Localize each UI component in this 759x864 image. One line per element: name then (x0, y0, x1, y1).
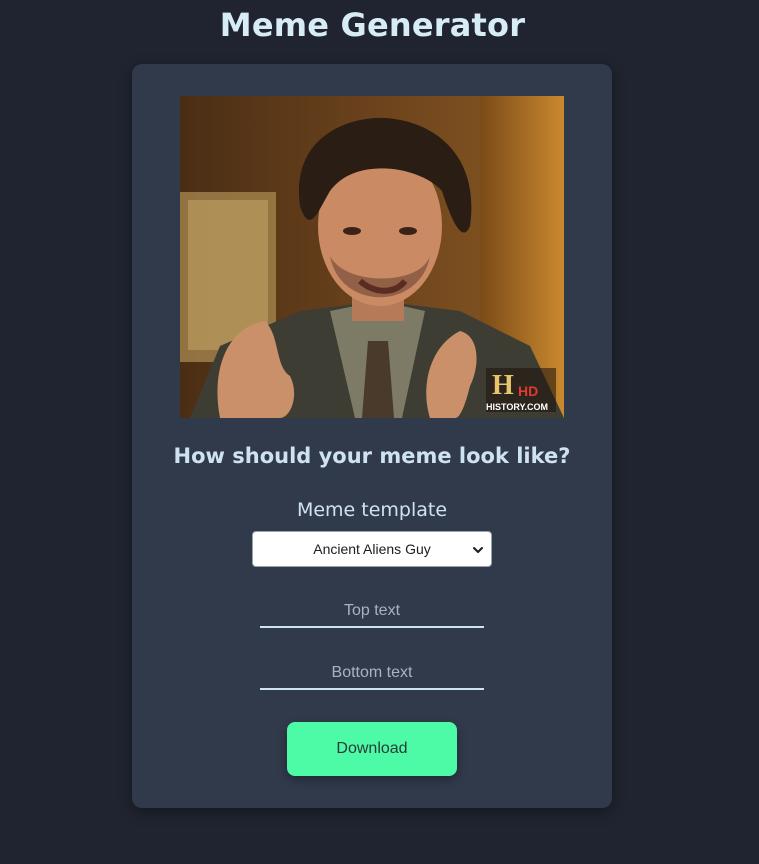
bottom-text-input[interactable] (260, 658, 484, 690)
svg-text:HISTORY.COM: HISTORY.COM (486, 402, 548, 412)
top-text-input[interactable] (260, 596, 484, 628)
template-label: Meme template (296, 499, 448, 521)
form-question: How should your meme look like? (173, 444, 571, 468)
template-selected-value: Ancient Aliens Guy (313, 541, 431, 557)
svg-text:HD: HD (518, 383, 538, 399)
chevron-down-icon (473, 547, 483, 553)
meme-photo-illustration: H HD HISTORY.COM (180, 96, 564, 418)
history-logo: H HD HISTORY.COM (486, 368, 556, 412)
page-title: Meme Generator (219, 6, 526, 44)
meme-card: H HD HISTORY.COM How should your meme lo… (132, 64, 612, 808)
template-select[interactable]: Ancient Aliens Guy (252, 531, 492, 567)
svg-text:H: H (492, 370, 514, 401)
meme-image: H HD HISTORY.COM (180, 96, 564, 418)
download-button[interactable]: Download (287, 722, 457, 776)
